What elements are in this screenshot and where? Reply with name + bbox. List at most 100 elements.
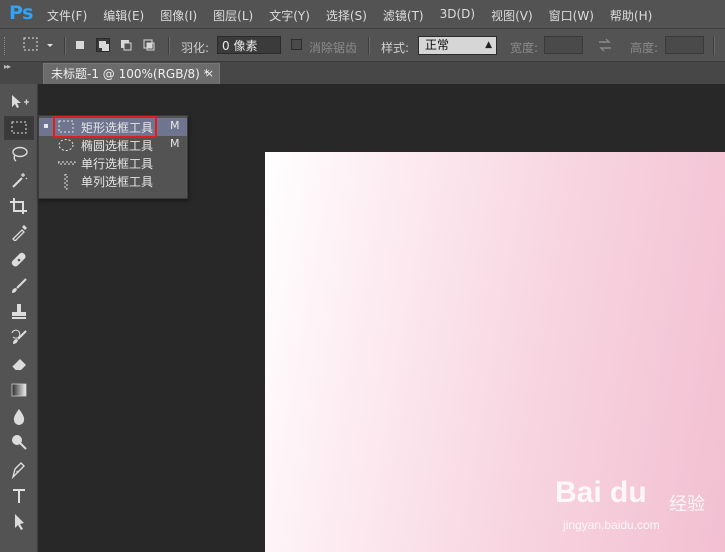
new-selection-button[interactable] [73, 38, 87, 52]
type-t-icon [13, 489, 25, 503]
stamp-icon [12, 304, 26, 319]
width-input[interactable] [544, 36, 583, 54]
tool-preset-picker[interactable] [20, 33, 60, 57]
style-select[interactable]: 正常 ▲ [418, 36, 497, 55]
subtract-from-selection-button[interactable] [119, 38, 133, 52]
eyedropper-icon [12, 225, 27, 241]
eraser-icon [11, 359, 26, 372]
menu-image[interactable]: 图像(I) [160, 7, 197, 24]
separator [713, 37, 715, 55]
pen-tool[interactable] [4, 458, 34, 482]
clone-stamp-tool[interactable] [4, 300, 34, 324]
flyout-item-ellipse-marquee[interactable]: 椭圆选框工具 M [39, 136, 187, 154]
move-tool-icon [12, 95, 29, 108]
feather-label: 羽化: [181, 41, 210, 55]
separator [168, 37, 170, 55]
lasso-icon [12, 146, 28, 162]
single-row-marquee-icon [58, 161, 76, 165]
dodge-tool[interactable] [4, 430, 34, 454]
gradient-tool[interactable] [4, 378, 34, 402]
add-selection-icon [99, 41, 109, 51]
menu-edit[interactable]: 编辑(E) [103, 7, 144, 24]
bandage-icon [11, 252, 26, 267]
photoshop-logo: Ps [9, 2, 33, 24]
menu-layer[interactable]: 图层(L) [213, 7, 253, 24]
pen-icon [11, 462, 25, 479]
flyout-item-label: 单行选框工具 [81, 157, 154, 171]
intersect-selection-button[interactable] [142, 38, 156, 52]
options-bar-grip[interactable] [4, 37, 13, 55]
rect-marquee-tool[interactable] [4, 116, 34, 140]
collapse-panel-icon[interactable]: ▸▸ [4, 62, 11, 71]
eyedropper-tool[interactable] [4, 220, 34, 244]
watermark-text: 经验 [669, 494, 705, 515]
separator [64, 37, 66, 55]
style-label: 样式: [381, 41, 410, 55]
style-select-value: 正常 [425, 38, 450, 52]
tools-panel [0, 84, 38, 552]
flyout-item-label: 椭圆选框工具 [81, 139, 154, 153]
single-column-marquee-icon [64, 174, 68, 190]
annotation-highlight-box [53, 116, 157, 138]
options-bar: 羽化: 0 像素 消除锯齿 样式: 正常 ▲ 宽度: 高度: [0, 28, 725, 62]
document-tab[interactable]: 未标题-1 @ 100%(RGB/8) * × [43, 63, 220, 84]
dodge-icon [12, 435, 27, 450]
menu-3d[interactable]: 3D(D) [440, 7, 475, 24]
healing-brush-tool[interactable] [4, 248, 34, 272]
add-to-selection-button[interactable] [96, 38, 110, 52]
brush-icon [12, 278, 27, 293]
document-tab-title: 未标题-1 @ 100%(RGB/8) * [51, 67, 210, 81]
lasso-tool[interactable] [4, 142, 34, 166]
magic-wand-icon [12, 173, 28, 188]
crop-tool[interactable] [4, 194, 34, 218]
blur-tool[interactable] [4, 404, 34, 428]
menu-bar: Ps 文件(F) 编辑(E) 图像(I) 图层(L) 文字(Y) 选择(S) 滤… [0, 0, 725, 28]
ellipse-marquee-icon [58, 139, 74, 151]
flyout-item-shortcut: M [170, 119, 180, 132]
intersect-selection-icon [143, 39, 155, 51]
watermark-logo: Bai du [555, 476, 647, 509]
menu-items: 文件(F) 编辑(E) 图像(I) 图层(L) 文字(Y) 选择(S) 滤镜(T… [47, 7, 668, 24]
menu-view[interactable]: 视图(V) [491, 7, 533, 24]
move-tool[interactable] [4, 90, 34, 114]
separator [368, 37, 370, 55]
brush-tool[interactable] [4, 274, 34, 298]
menu-type[interactable]: 文字(Y) [269, 7, 310, 24]
new-selection-icon [76, 41, 84, 49]
subtract-selection-icon [121, 40, 132, 51]
path-selection-tool[interactable] [4, 510, 34, 534]
watermark-url: jingyan.baidu.com [563, 518, 660, 532]
flyout-item-single-column-marquee[interactable]: 单列选框工具 [39, 172, 187, 190]
history-brush-tool[interactable] [4, 326, 34, 350]
gradient-icon [11, 383, 27, 397]
menu-help[interactable]: 帮助(H) [610, 7, 652, 24]
menu-select[interactable]: 选择(S) [326, 7, 367, 24]
feather-input[interactable]: 0 像素 [217, 36, 281, 54]
path-selection-icon [15, 514, 24, 530]
swap-dimensions-button[interactable] [597, 38, 613, 55]
rect-marquee-icon [11, 121, 27, 134]
flyout-item-shortcut: M [170, 137, 180, 150]
type-tool[interactable] [4, 484, 34, 508]
water-drop-icon [13, 409, 25, 425]
selected-bullet-icon [44, 124, 48, 128]
watermark: Bai du 经验 jingyan.baidu.com [555, 476, 725, 552]
menu-window[interactable]: 窗口(W) [549, 7, 594, 24]
swap-arrows-icon [599, 38, 611, 52]
updown-arrow-icon: ▲ [485, 40, 492, 50]
magic-wand-tool[interactable] [4, 168, 34, 192]
flyout-item-single-row-marquee[interactable]: 单行选框工具 [39, 154, 187, 172]
height-label: 高度: [630, 41, 659, 55]
close-tab-icon[interactable]: × [205, 64, 214, 84]
antialias-label: 消除锯齿 [309, 41, 358, 55]
menu-filter[interactable]: 滤镜(T) [383, 7, 424, 24]
height-input[interactable] [665, 36, 704, 54]
menu-file[interactable]: 文件(F) [47, 7, 87, 24]
width-label: 宽度: [510, 41, 539, 55]
antialias-checkbox[interactable] [291, 39, 302, 50]
eraser-tool[interactable] [4, 352, 34, 376]
history-brush-icon [11, 329, 27, 344]
flyout-item-label: 单列选框工具 [81, 175, 154, 189]
crop-icon [10, 198, 27, 214]
rect-marquee-preset-icon [23, 37, 53, 51]
